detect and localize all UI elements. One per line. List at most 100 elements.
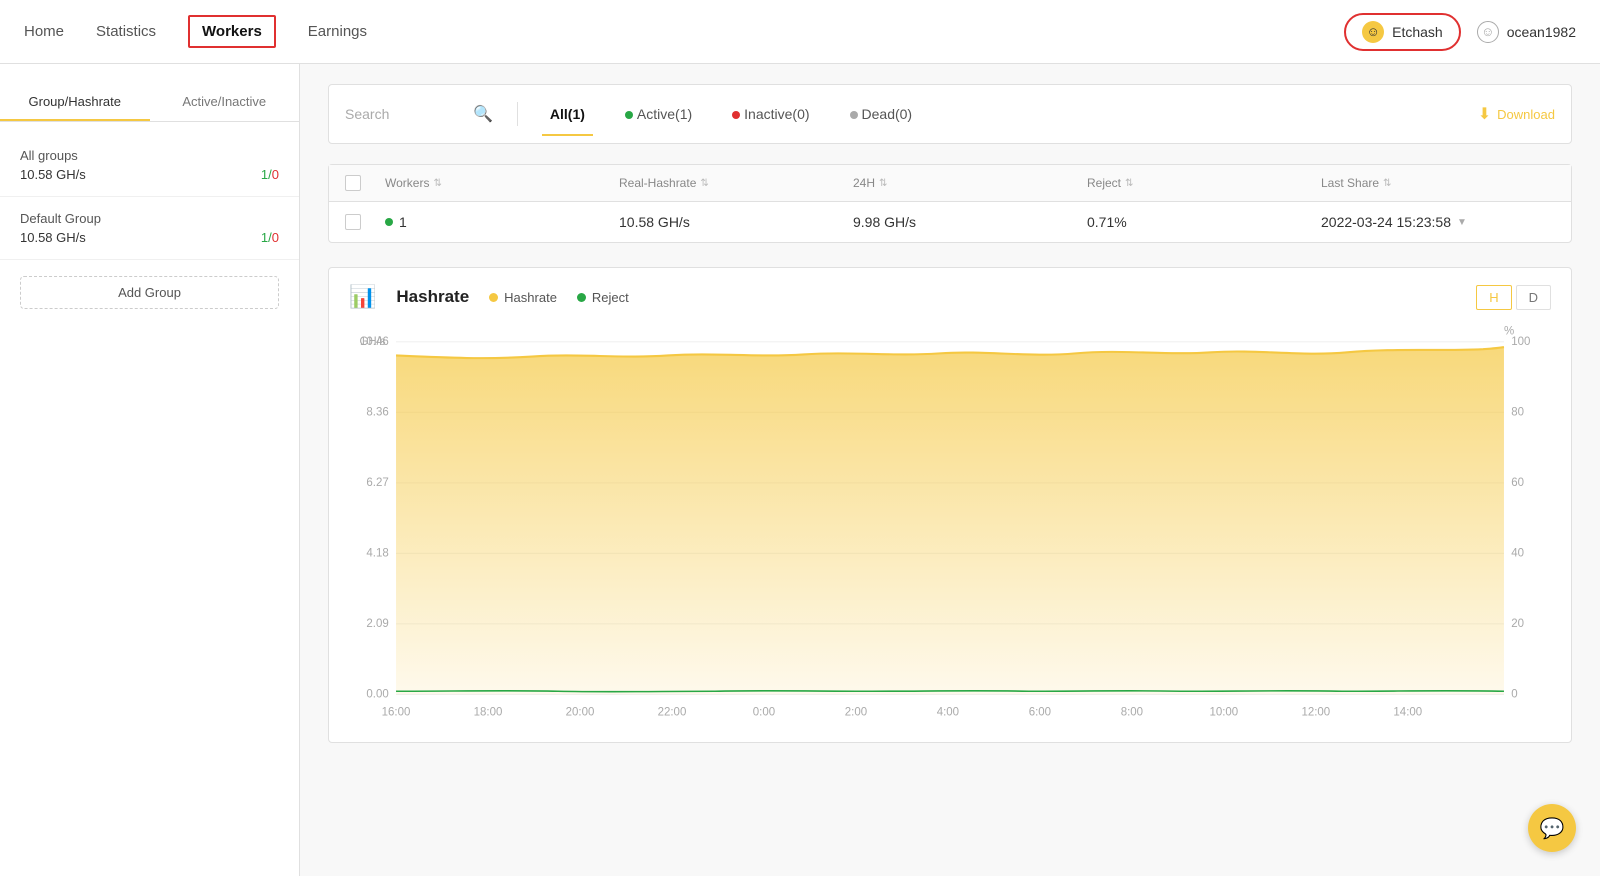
col-24h-header: 24H ⇅ — [853, 175, 1087, 191]
group-default-stats: 10.58 GH/s 1/0 — [20, 230, 279, 245]
col-checkbox-header — [345, 175, 385, 191]
svg-text:16:00: 16:00 — [382, 706, 411, 718]
worker-24h-cell: 9.98 GH/s — [853, 214, 1087, 230]
legend-reject: Reject — [577, 290, 629, 305]
search-icon: 🔍 — [473, 104, 493, 124]
filter-tab-all[interactable]: All(1) — [542, 102, 593, 126]
group-all-name: All groups — [20, 148, 279, 163]
nav-workers[interactable]: Workers — [188, 15, 276, 48]
chart-legend: Hashrate Reject — [489, 290, 629, 305]
filter-bar: 🔍 All(1) Active(1) Inactive(0) Dead(0) ⬇… — [328, 84, 1572, 144]
svg-text:GH/s: GH/s — [359, 336, 385, 348]
filter-tab-dead[interactable]: Dead(0) — [842, 102, 921, 126]
svg-text:18:00: 18:00 — [474, 706, 503, 718]
svg-text:8.36: 8.36 — [366, 406, 388, 418]
user-icon: ☺ — [1477, 21, 1499, 43]
search-input[interactable] — [345, 106, 465, 122]
legend-hashrate: Hashrate — [489, 290, 557, 305]
nav-earnings[interactable]: Earnings — [308, 19, 367, 44]
svg-text:2.09: 2.09 — [366, 618, 388, 630]
reject-sort-icon[interactable]: ⇅ — [1125, 178, 1133, 189]
row-select-checkbox[interactable] — [345, 214, 361, 230]
group-all-ratio: 1/0 — [261, 167, 279, 182]
svg-text:80: 80 — [1511, 406, 1524, 418]
worker-reject-cell: 0.71% — [1087, 214, 1321, 230]
sidebar-tabs: Group/Hashrate Active/Inactive — [0, 84, 299, 122]
lastshare-sort-icon[interactable]: ⇅ — [1383, 178, 1391, 189]
svg-text:0.00: 0.00 — [366, 689, 388, 701]
svg-text:0: 0 — [1511, 689, 1517, 701]
24h-sort-icon[interactable]: ⇅ — [879, 178, 887, 189]
group-all-hashrate: 10.58 GH/s — [20, 167, 86, 182]
chart-period-buttons: H D — [1476, 285, 1551, 310]
active-dot — [625, 111, 633, 119]
sidebar-group-default[interactable]: Default Group 10.58 GH/s 1/0 — [0, 197, 299, 260]
legend-hashrate-dot — [489, 293, 498, 302]
main-content: 🔍 All(1) Active(1) Inactive(0) Dead(0) ⬇… — [300, 64, 1600, 876]
filter-divider — [517, 102, 518, 126]
etchash-label: Etchash — [1392, 24, 1443, 40]
dead-dot — [850, 111, 858, 119]
nav-links: Home Statistics Workers Earnings — [24, 15, 367, 48]
nav-right: ☺ Etchash ☺ ocean1982 — [1344, 13, 1576, 51]
group-all-stats: 10.58 GH/s 1/0 — [20, 167, 279, 182]
chat-fab-button[interactable]: 💬 — [1528, 804, 1576, 852]
svg-text:20:00: 20:00 — [566, 706, 595, 718]
svg-text:14:00: 14:00 — [1393, 706, 1422, 718]
chart-header: 📊 Hashrate Hashrate Reject H D — [349, 284, 1551, 310]
main-layout: Group/Hashrate Active/Inactive All group… — [0, 64, 1600, 876]
lastshare-dropdown-icon[interactable]: ▼ — [1457, 217, 1467, 228]
col-reject-header: Reject ⇅ — [1087, 175, 1321, 191]
table-row: 1 10.58 GH/s 9.98 GH/s 0.71% 2022-03-24 … — [329, 202, 1571, 242]
svg-text:6.27: 6.27 — [366, 477, 388, 489]
search-box: 🔍 — [345, 104, 493, 124]
inactive-dot — [732, 111, 740, 119]
download-button[interactable]: ⬇ Download — [1478, 104, 1555, 124]
svg-text:22:00: 22:00 — [658, 706, 687, 718]
top-navigation: Home Statistics Workers Earnings ☺ Etcha… — [0, 0, 1600, 64]
svg-text:20: 20 — [1511, 618, 1524, 630]
svg-text:100: 100 — [1511, 336, 1530, 348]
filter-tab-inactive[interactable]: Inactive(0) — [724, 102, 817, 126]
nav-statistics[interactable]: Statistics — [96, 19, 156, 44]
chart-title: Hashrate — [396, 287, 469, 307]
chart-icon: 📊 — [349, 284, 376, 310]
workers-sort-icon[interactable]: ⇅ — [433, 178, 441, 189]
table-header: Workers ⇅ Real-Hashrate ⇅ 24H ⇅ Reject ⇅… — [329, 165, 1571, 202]
user-button[interactable]: ☺ ocean1982 — [1477, 21, 1576, 43]
sidebar-group-all[interactable]: All groups 10.58 GH/s 1/0 — [0, 134, 299, 197]
workers-table: Workers ⇅ Real-Hashrate ⇅ 24H ⇅ Reject ⇅… — [328, 164, 1572, 243]
row-checkbox — [345, 214, 385, 230]
svg-text:40: 40 — [1511, 547, 1524, 559]
add-group-button[interactable]: Add Group — [20, 276, 279, 309]
svg-text:8:00: 8:00 — [1121, 706, 1143, 718]
group-default-ratio: 1/0 — [261, 230, 279, 245]
svg-text:4:00: 4:00 — [937, 706, 959, 718]
worker-lastshare-cell: 2022-03-24 15:23:58 ▼ — [1321, 214, 1555, 230]
period-h-button[interactable]: H — [1476, 285, 1511, 310]
chart-section: 📊 Hashrate Hashrate Reject H D — [328, 267, 1572, 743]
sidebar: Group/Hashrate Active/Inactive All group… — [0, 64, 300, 876]
col-lastshare-header: Last Share ⇅ — [1321, 175, 1555, 191]
period-d-button[interactable]: D — [1516, 285, 1551, 310]
hashrate-sort-icon[interactable]: ⇅ — [700, 178, 708, 189]
group-default-hashrate: 10.58 GH/s — [20, 230, 86, 245]
svg-text:12:00: 12:00 — [1301, 706, 1330, 718]
col-workers-header: Workers ⇅ — [385, 175, 619, 191]
etchash-icon: ☺ — [1362, 21, 1384, 43]
group-default-name: Default Group — [20, 211, 279, 226]
svg-text:2:00: 2:00 — [845, 706, 867, 718]
user-label: ocean1982 — [1507, 24, 1576, 40]
svg-text:10:00: 10:00 — [1209, 706, 1238, 718]
select-all-checkbox[interactable] — [345, 175, 361, 191]
legend-reject-dot — [577, 293, 586, 302]
svg-text:60: 60 — [1511, 477, 1524, 489]
sidebar-tab-group-hashrate[interactable]: Group/Hashrate — [0, 84, 150, 121]
etchash-button[interactable]: ☺ Etchash — [1344, 13, 1461, 51]
svg-text:6:00: 6:00 — [1029, 706, 1051, 718]
svg-text:4.18: 4.18 — [366, 547, 388, 559]
nav-home[interactable]: Home — [24, 19, 64, 44]
sidebar-tab-active-inactive[interactable]: Active/Inactive — [150, 84, 300, 121]
filter-tab-active[interactable]: Active(1) — [617, 102, 700, 126]
worker-active-dot — [385, 218, 393, 226]
